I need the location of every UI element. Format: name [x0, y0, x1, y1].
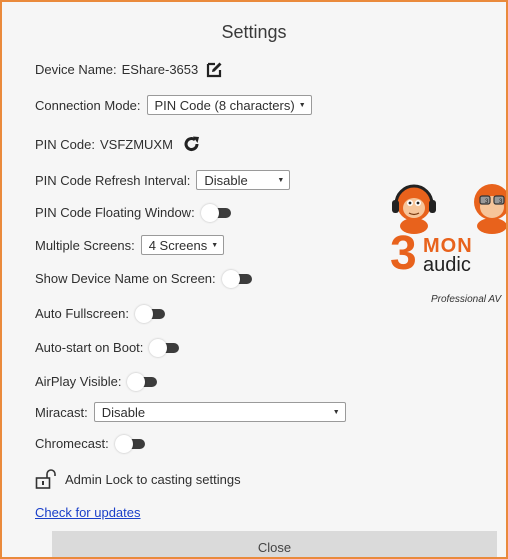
show-device-name-toggle[interactable]: [221, 269, 252, 288]
connection-mode-value: PIN Code (8 characters): [154, 97, 295, 113]
auto-fullscreen-row: Auto Fullscreen:: [35, 304, 165, 323]
close-button[interactable]: Close: [52, 531, 497, 557]
airplay-row: AirPlay Visible:: [35, 372, 158, 391]
dropdown-arrow-icon: ▼: [332, 408, 340, 416]
pin-floating-toggle[interactable]: [200, 203, 231, 222]
pin-floating-row: PIN Code Floating Window:: [35, 203, 231, 222]
chromecast-toggle[interactable]: [114, 434, 145, 453]
device-name-value: EShare-3653: [121, 62, 199, 77]
dropdown-arrow-icon: ▼: [277, 176, 285, 184]
check-updates-link[interactable]: Check for updates: [35, 505, 141, 520]
multiple-screens-row: Multiple Screens: 4 Screens ▼: [35, 235, 225, 255]
admin-lock-label: Admin Lock to casting settings: [65, 471, 241, 487]
multiple-screens-select[interactable]: 4 Screens ▼: [140, 235, 225, 255]
show-device-name-row: Show Device Name on Screen:: [35, 269, 252, 288]
pin-refresh-value: Disable: [204, 172, 248, 188]
auto-start-toggle[interactable]: [149, 338, 180, 357]
admin-lock-row[interactable]: Admin Lock to casting settings: [35, 469, 241, 489]
pin-refresh-label: PIN Code Refresh Interval:: [35, 172, 191, 188]
logo-brand-bottom: audic: [423, 254, 471, 276]
connection-mode-select[interactable]: PIN Code (8 characters) ▼: [146, 95, 312, 115]
auto-fullscreen-toggle[interactable]: [134, 304, 165, 323]
pin-floating-label: PIN Code Floating Window:: [35, 205, 195, 220]
auto-start-label: Auto-start on Boot:: [35, 340, 144, 355]
miracast-row: Miracast: Disable ▼: [35, 402, 346, 422]
dialog-title: Settings: [221, 22, 287, 42]
pin-code-row: PIN Code: VSFZMUXM: [35, 135, 201, 153]
show-device-name-label: Show Device Name on Screen:: [35, 271, 216, 286]
pin-refresh-row: PIN Code Refresh Interval: Disable ▼: [35, 170, 291, 190]
logo-tagline: Professional AV: [431, 294, 502, 305]
check-updates-row: Check for updates: [35, 505, 141, 520]
device-name-row: Device Name: EShare-3653: [35, 61, 223, 78]
settings-dialog: Settings Device Name: EShare-3653 Connec…: [0, 0, 508, 559]
miracast-value: Disable: [101, 404, 146, 420]
pin-code-label: PIN Code:: [35, 136, 95, 152]
logo-number: 3: [390, 227, 417, 280]
chromecast-label: Chromecast:: [35, 436, 109, 451]
pin-refresh-select[interactable]: Disable ▼: [196, 170, 291, 190]
edit-icon[interactable]: [206, 61, 223, 78]
chromecast-row: Chromecast:: [35, 434, 145, 453]
dropdown-arrow-icon: ▼: [211, 241, 219, 249]
connection-mode-label: Connection Mode:: [35, 97, 141, 113]
auto-fullscreen-label: Auto Fullscreen:: [35, 306, 129, 321]
dropdown-arrow-icon: ▼: [298, 101, 306, 109]
airplay-toggle[interactable]: [127, 372, 158, 391]
connection-mode-row: Connection Mode: PIN Code (8 characters)…: [35, 95, 312, 115]
device-name-label: Device Name:: [35, 62, 117, 77]
pin-code-value: VSFZMUXM: [99, 136, 173, 152]
unlock-icon[interactable]: [35, 469, 59, 489]
brand-logo: 3 3 3 MON audic Professional AV: [388, 172, 506, 312]
logo-brand-top: MON: [423, 235, 473, 257]
miracast-label: Miracast:: [35, 404, 88, 420]
airplay-label: AirPlay Visible:: [35, 374, 122, 389]
multiple-screens-value: 4 Screens: [148, 237, 208, 253]
miracast-select[interactable]: Disable ▼: [93, 402, 346, 422]
auto-start-row: Auto-start on Boot:: [35, 338, 180, 357]
refresh-icon[interactable]: [183, 135, 201, 153]
multiple-screens-label: Multiple Screens:: [35, 237, 135, 253]
